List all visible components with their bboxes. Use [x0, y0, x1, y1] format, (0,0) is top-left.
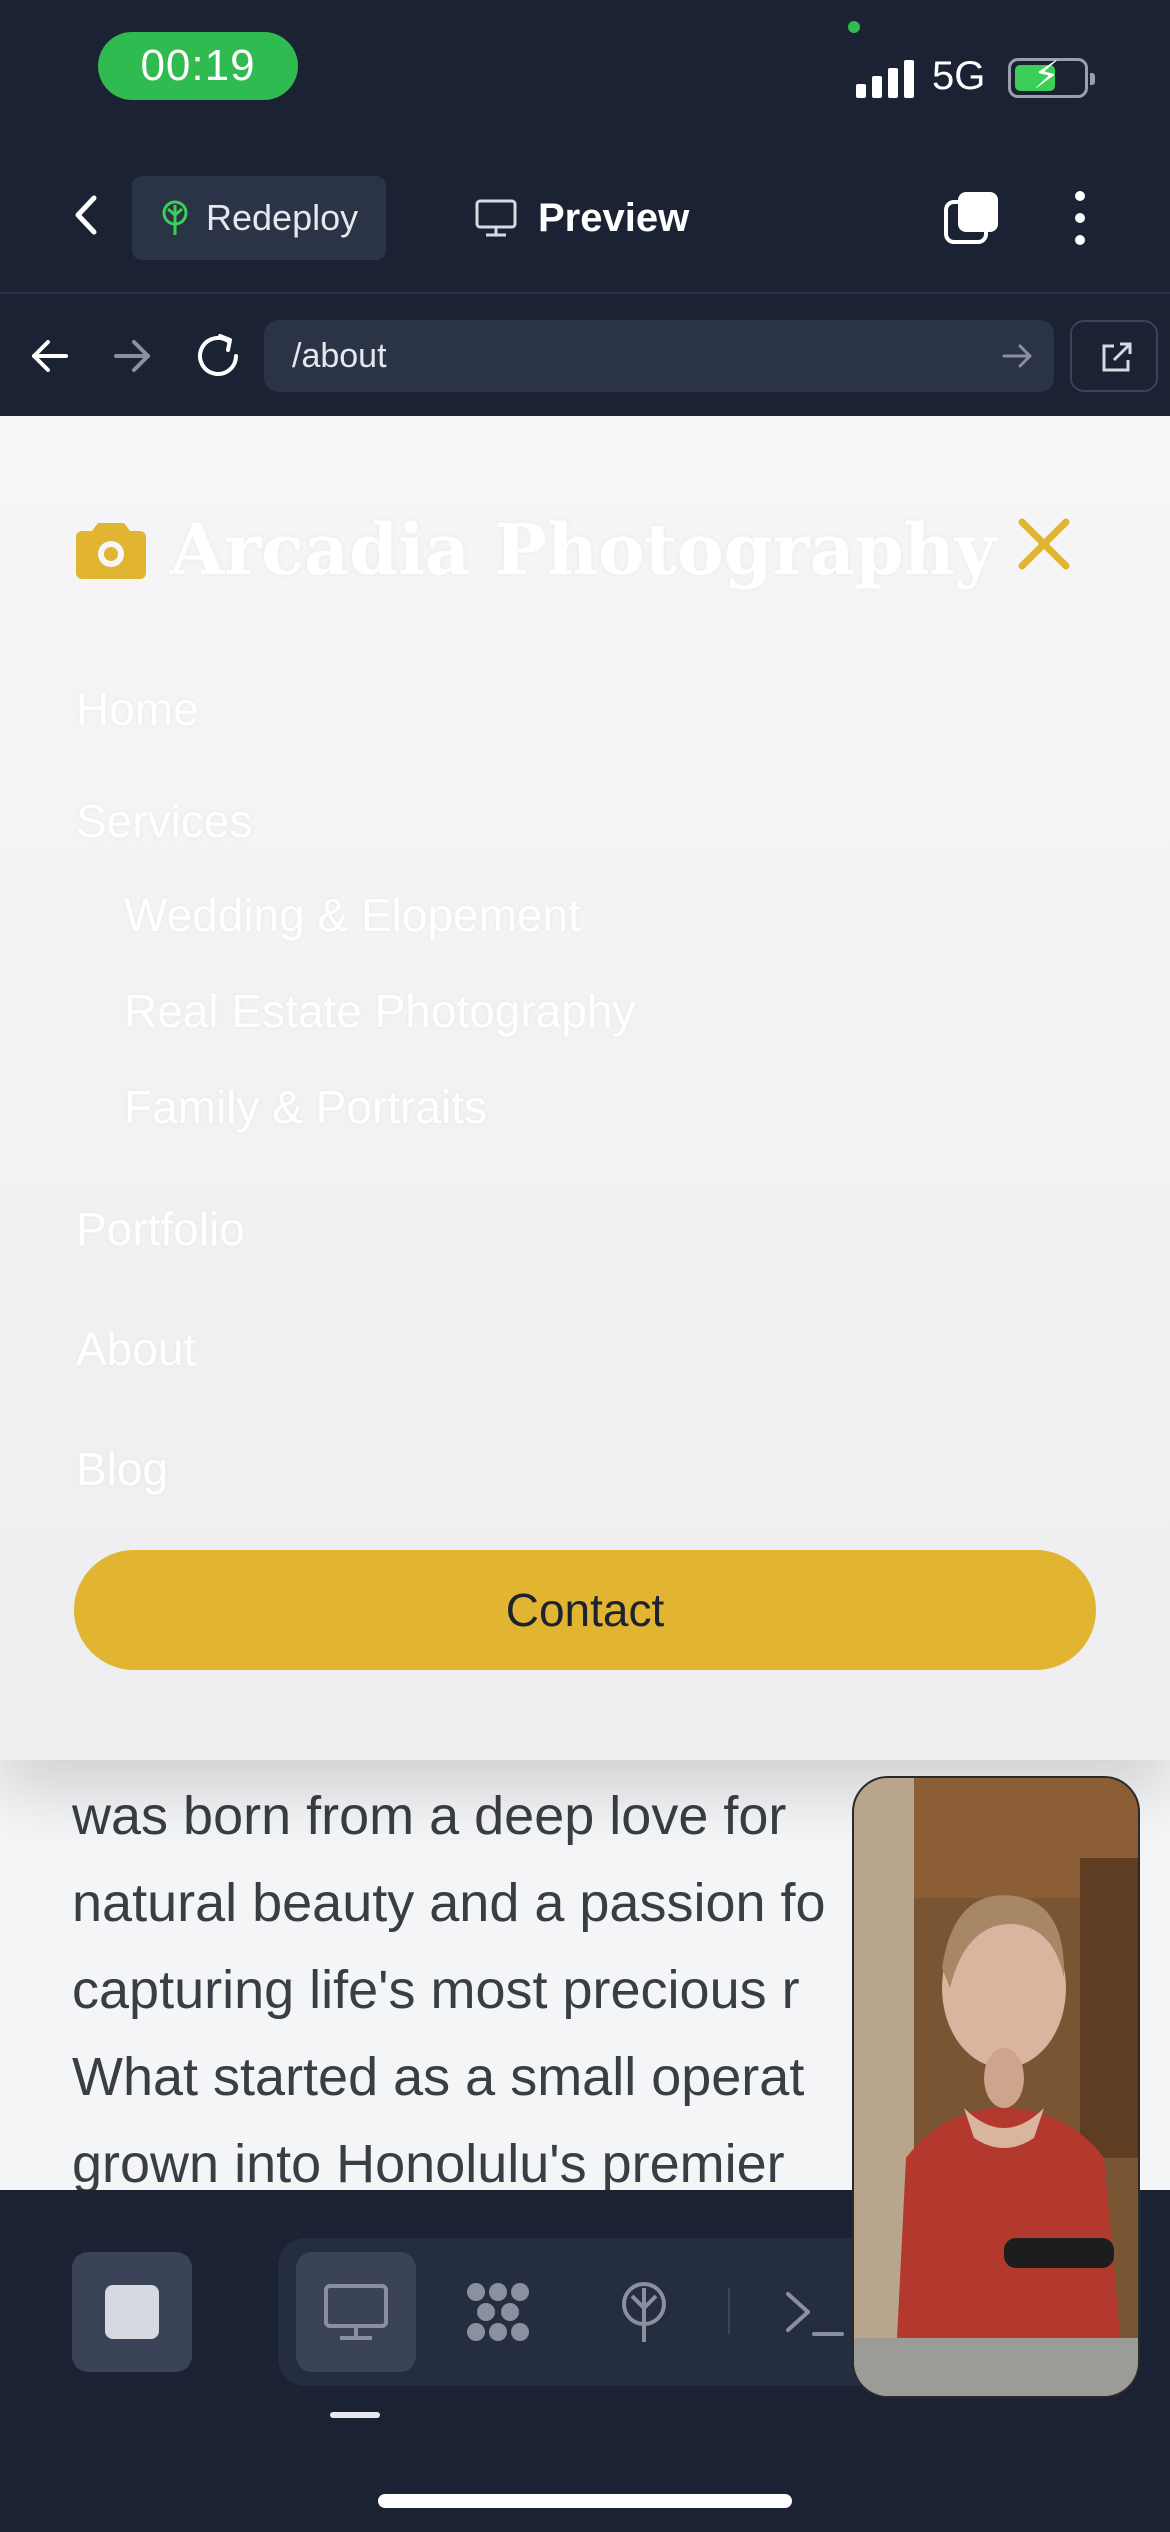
open-external-button[interactable]	[1070, 320, 1158, 392]
video-feed-image	[854, 1778, 1138, 2396]
mobile-nav-menu: Arcadia Photography Home Services Weddin…	[0, 416, 1170, 1760]
deploy-tree-icon[interactable]	[608, 2280, 680, 2344]
terminal-icon[interactable]	[780, 2280, 852, 2344]
network-type: 5G	[932, 54, 986, 98]
signal-strength-icon	[856, 58, 914, 98]
menu-item-about[interactable]: About	[76, 1322, 196, 1376]
redeploy-label: Redeploy	[206, 197, 359, 238]
deploy-tree-icon	[162, 200, 188, 235]
stop-button[interactable]	[72, 2252, 192, 2372]
status-bar: 00:19 5G ⚡	[0, 0, 1170, 140]
brand-name: Arcadia Photography	[170, 508, 996, 591]
site-brand[interactable]: Arcadia Photography	[74, 508, 995, 591]
external-link-icon	[1102, 342, 1132, 372]
monitor-icon	[475, 199, 517, 237]
menu-item-real-estate[interactable]: Real Estate Photography	[124, 984, 635, 1038]
tool-divider	[728, 2288, 730, 2334]
contact-button[interactable]: Contact	[74, 1550, 1096, 1670]
extensions-grid-icon[interactable]	[462, 2280, 534, 2344]
url-input[interactable]: /about	[264, 320, 1054, 392]
monitor-icon	[324, 2284, 388, 2340]
battery-icon: ⚡	[1008, 57, 1095, 98]
pip-video-window[interactable]	[852, 1776, 1140, 2398]
camera-icon	[76, 522, 146, 579]
arrow-left-icon[interactable]	[26, 332, 74, 380]
redeploy-button[interactable]: Redeploy	[132, 176, 386, 260]
app-toolbar: Redeploy Preview	[0, 140, 1170, 294]
menu-item-services[interactable]: Services	[76, 794, 252, 848]
stop-square-icon	[105, 2285, 159, 2339]
browser-url-bar: /about	[0, 296, 1170, 416]
menu-item-blog[interactable]: Blog	[76, 1442, 168, 1496]
home-indicator[interactable]	[378, 2494, 792, 2508]
reload-icon[interactable]	[190, 328, 246, 384]
status-time: 00:19	[98, 32, 298, 100]
tabs-switcher-icon[interactable]	[942, 188, 1002, 248]
url-text: /about	[292, 336, 387, 375]
menu-item-portfolio[interactable]: Portfolio	[76, 1202, 245, 1256]
back-chevron-icon[interactable]	[62, 190, 112, 240]
arrow-right-icon[interactable]	[108, 332, 156, 380]
active-tab-indicator	[330, 2412, 380, 2418]
menu-item-family-portraits[interactable]: Family & Portraits	[124, 1080, 487, 1134]
go-arrow-icon[interactable]	[1000, 338, 1036, 374]
close-menu-icon[interactable]	[1016, 516, 1072, 572]
preview-tab[interactable]: Preview	[474, 176, 689, 260]
privacy-indicator-dot	[848, 21, 860, 33]
more-options-icon[interactable]	[1058, 186, 1102, 250]
menu-item-home[interactable]: Home	[76, 682, 199, 736]
menu-item-wedding[interactable]: Wedding & Elopement	[124, 888, 581, 942]
preview-label: Preview	[538, 195, 690, 240]
